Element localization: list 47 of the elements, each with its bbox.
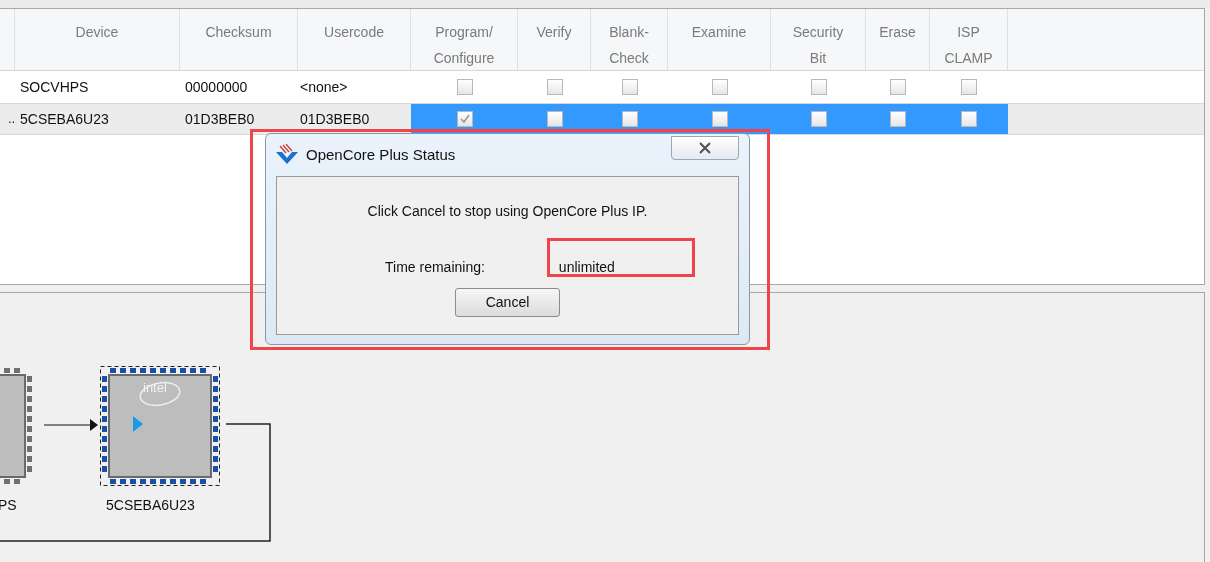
checkbox[interactable] (456, 79, 473, 95)
table-cell: 00000000 (185, 78, 248, 95)
checkbox[interactable] (546, 111, 563, 127)
dialog-title: OpenCore Plus Status (306, 144, 456, 165)
close-icon (698, 142, 712, 154)
table-cell: 01D3BEB0 (300, 110, 370, 127)
table-cell: SOCVHPS (20, 78, 89, 95)
column-header[interactable]: Examine (668, 9, 771, 70)
checkbox[interactable] (456, 111, 473, 127)
time-value: unlimited (558, 258, 615, 277)
close-button[interactable] (671, 136, 739, 160)
app-logo-icon (274, 144, 300, 166)
table-cell: 5CSEBA6U23 (20, 110, 109, 127)
checkbox[interactable] (961, 79, 977, 95)
checkbox[interactable] (621, 111, 638, 127)
column-header[interactable]: Erase (866, 9, 930, 70)
play-triangle-icon (133, 416, 143, 432)
checkbox[interactable] (546, 79, 563, 95)
table-cell: .. (8, 112, 15, 126)
message-text: Click Cancel to stop using OpenCore Plus IP. (367, 202, 648, 221)
checkbox[interactable] (711, 79, 728, 95)
table-cell: 01D3BEB0 (185, 110, 255, 127)
column-header[interactable]: Blank- Check (591, 9, 668, 70)
table-row[interactable]: .. 5CSEBA6U23 01D3BEB0 01D3BEB0 (0, 103, 1204, 135)
column-header[interactable]: Verify (518, 9, 591, 70)
cancel-button[interactable]: Cancel (455, 288, 560, 317)
logo-ellipse-icon (139, 381, 181, 407)
checkmark-icon (458, 113, 471, 125)
chip-drawing[interactable] (100, 366, 220, 486)
checkbox[interactable] (961, 111, 977, 127)
arrow-connector (44, 417, 100, 433)
checkbox[interactable] (810, 111, 827, 127)
column-header[interactable]: ISP CLAMP (930, 9, 1008, 70)
checkbox[interactable] (810, 79, 827, 95)
checkbox[interactable] (890, 79, 906, 95)
checkbox[interactable] (621, 79, 638, 95)
checkbox[interactable] (711, 111, 728, 127)
time-label: Time remaining: (385, 258, 485, 277)
table-cell: <none> (300, 78, 348, 95)
device-label: 5CSEBA6U23 (106, 496, 195, 515)
checkbox[interactable] (890, 111, 906, 127)
column-header[interactable]: Device (15, 9, 180, 70)
column-header[interactable]: Usercode (298, 9, 411, 70)
column-header[interactable]: Program/ Configure (411, 9, 518, 70)
column-header[interactable]: Checksum (180, 9, 298, 70)
column-header[interactable]: Security Bit (771, 9, 866, 70)
device-label: PS (0, 496, 17, 515)
